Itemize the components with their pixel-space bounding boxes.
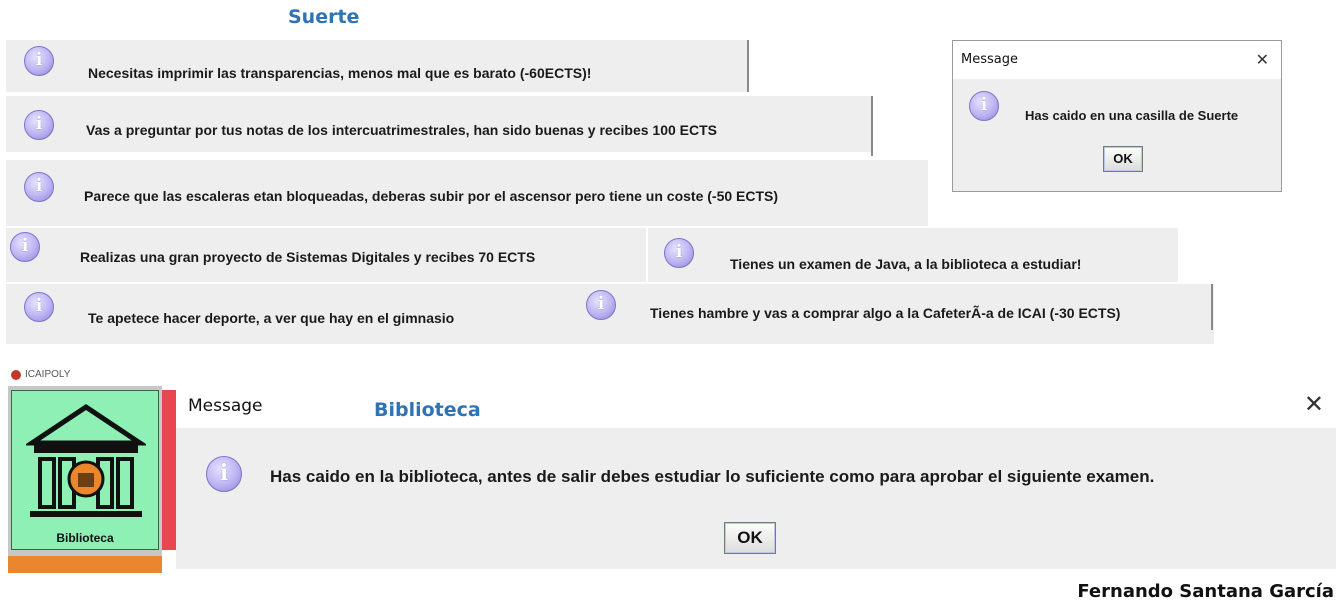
info-icon: i <box>24 172 54 202</box>
ok-button[interactable]: OK <box>724 522 776 554</box>
message-text: Vas a preguntar por tus notas de los int… <box>86 122 717 138</box>
biblioteca-message-dialog: Message ✕ i Has caido en la biblioteca, … <box>176 384 1336 569</box>
dialog-titlebar: Message ✕ <box>176 384 1336 428</box>
message-text: Parece que las escaleras etan bloqueadas… <box>84 188 779 204</box>
dialog-message: Has caido en una casilla de Suerte <box>1025 108 1239 123</box>
strip-edge <box>871 96 873 156</box>
message-text: Tienes un examen de Java, a la bibliotec… <box>730 256 1082 272</box>
message-strip: i Vas a preguntar por tus notas de los i… <box>6 96 872 152</box>
dialog-message: Has caido en la biblioteca, antes de sal… <box>270 467 1155 486</box>
app-titlebar: ICAIPOLY <box>8 368 188 386</box>
orange-tile <box>8 556 162 573</box>
info-icon: i <box>664 238 694 268</box>
info-icon: i <box>969 91 999 121</box>
tile-label: Biblioteca <box>56 531 114 545</box>
app-logo-icon <box>11 370 21 380</box>
message-strip: i Realizas una gran proyecto de Sistemas… <box>6 228 646 282</box>
dialog-title: Message <box>961 52 1018 67</box>
suerte-message-dialog: Message ✕ i Has caido en una casilla de … <box>952 40 1282 192</box>
message-strip: i Parece que las escaleras etan bloquead… <box>6 160 928 226</box>
strip-edge <box>1211 284 1213 330</box>
library-tile[interactable]: Biblioteca <box>11 390 159 550</box>
message-text: Realizas una gran proyecto de Sistemas D… <box>80 249 536 265</box>
heading-biblioteca: Biblioteca <box>374 399 481 421</box>
dialog-title: Message <box>188 396 263 416</box>
message-strip: i Tienes un examen de Java, a la bibliot… <box>648 228 1178 282</box>
author-name: Fernando Santana García <box>1077 581 1334 602</box>
message-strip: i Tienes hambre y vas a comprar algo a l… <box>576 284 1214 344</box>
ok-button[interactable]: OK <box>1103 146 1143 172</box>
info-icon: i <box>586 290 616 320</box>
heading-suerte: Suerte <box>288 6 360 28</box>
app-name: ICAIPOLY <box>25 369 71 380</box>
library-icon <box>26 403 146 517</box>
message-strip: i Necesitas imprimir las transparencias,… <box>6 40 748 92</box>
info-icon: i <box>24 292 54 322</box>
strip-edge <box>747 40 749 92</box>
message-text: Necesitas imprimir las transparencias, m… <box>88 65 592 81</box>
info-icon: i <box>206 456 242 492</box>
info-icon: i <box>24 110 54 140</box>
message-strip: i Te apetece hacer deporte, a ver que ha… <box>6 284 576 344</box>
message-text: Te apetece hacer deporte, a ver que hay … <box>88 310 455 326</box>
info-icon: i <box>10 232 40 262</box>
info-icon: i <box>24 46 54 76</box>
game-board: ICAIPOLY Biblioteca <box>8 368 188 573</box>
message-text: Tienes hambre y vas a comprar algo a la … <box>650 305 1121 321</box>
close-icon[interactable]: ✕ <box>1256 50 1269 69</box>
dialog-titlebar: Message ✕ <box>953 41 1281 79</box>
close-icon[interactable]: ✕ <box>1304 390 1324 418</box>
